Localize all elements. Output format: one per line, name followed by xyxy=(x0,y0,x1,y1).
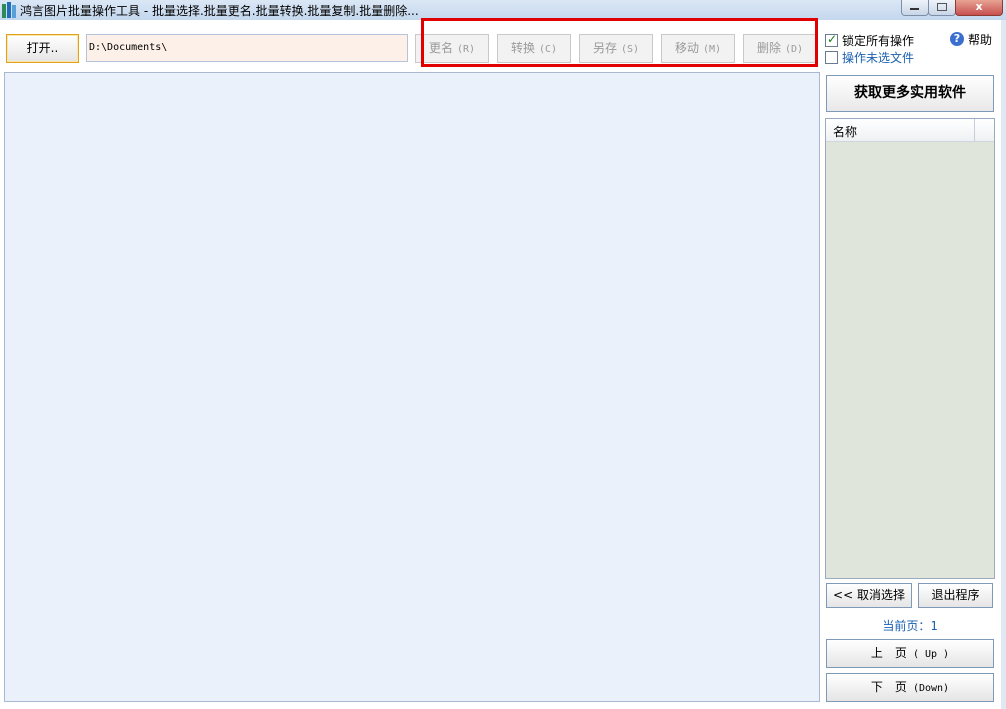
minimize-icon xyxy=(910,8,919,10)
window-right-edge xyxy=(1001,20,1006,709)
window-title: 鸿言图片批量操作工具 - 批量选择.批量更名.批量转换.批量复制.批量删除... xyxy=(20,4,419,18)
file-list[interactable]: 名称 xyxy=(825,118,995,579)
page-down-button[interactable]: 下 页 (Down) xyxy=(826,673,994,702)
action-buttons-highlight xyxy=(421,18,818,67)
help-link[interactable]: 帮助 xyxy=(968,31,992,48)
lock-all-checkbox[interactable]: ✓ xyxy=(825,32,838,47)
current-page-label: 当前页： xyxy=(882,619,931,633)
page-down-label: 下 页 xyxy=(870,680,907,694)
exit-button[interactable]: 退出程序 xyxy=(918,583,993,608)
minimize-button[interactable] xyxy=(901,0,929,16)
close-button[interactable]: x xyxy=(955,0,1003,16)
list-header-label: 名称 xyxy=(833,125,858,139)
list-header-filler xyxy=(975,119,994,142)
close-icon: x xyxy=(975,0,983,13)
cancel-selection-button[interactable]: << 取消选择 xyxy=(826,583,912,608)
page-down-shortcut: (Down) xyxy=(912,683,950,694)
title-bar: 鸿言图片批量操作工具 - 批量选择.批量更名.批量转换.批量复制.批量删除...… xyxy=(0,0,1006,20)
image-preview-area[interactable] xyxy=(4,72,820,702)
open-button[interactable]: 打开.. xyxy=(6,34,79,63)
unselected-files-checkbox[interactable] xyxy=(825,51,838,64)
check-icon: ✓ xyxy=(827,32,838,46)
help-icon[interactable]: ? xyxy=(950,32,964,46)
path-input[interactable]: D:\Documents\ xyxy=(86,34,408,62)
maximize-button[interactable] xyxy=(928,0,956,16)
unselected-files-label: 操作未选文件 xyxy=(842,51,915,65)
page-up-shortcut: ( Up ) xyxy=(912,649,950,660)
more-software-button[interactable]: 获取更多实用软件 xyxy=(826,75,994,112)
lock-all-label: 锁定所有操作 xyxy=(842,34,915,48)
list-header-name[interactable]: 名称 xyxy=(826,119,975,142)
app-icon xyxy=(2,2,16,18)
current-page-indicator: 当前页：1 xyxy=(826,617,994,634)
page-up-button[interactable]: 上 页 ( Up ) xyxy=(826,639,994,668)
maximize-icon xyxy=(937,3,947,11)
current-page-number: 1 xyxy=(930,619,938,633)
page-up-label: 上 页 xyxy=(870,646,907,660)
